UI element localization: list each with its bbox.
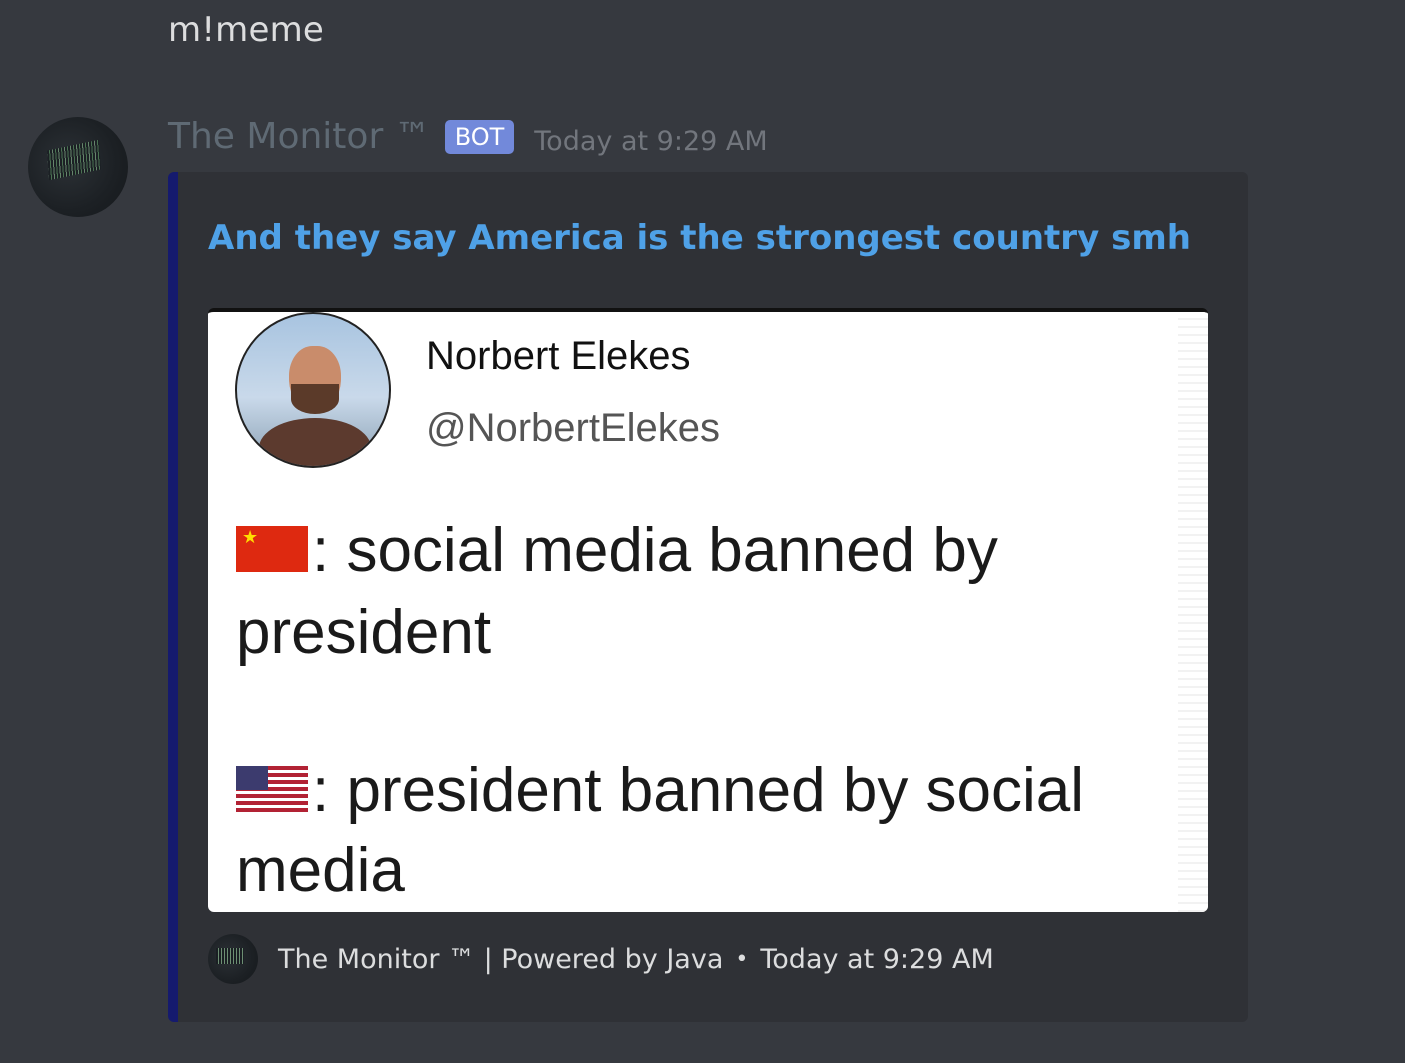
footer-separator: •: [735, 946, 749, 972]
embed-image[interactable]: Norbert Elekes @NorbertElekes : social m…: [208, 308, 1208, 912]
footer-text: The Monitor ™ | Powered by Java: [278, 943, 724, 975]
username[interactable]: The Monitor ™: [168, 116, 431, 157]
chat-view: m!meme The Monitor ™ BOT Today at 9:29 A…: [0, 0, 1405, 1063]
embed-title[interactable]: And they say America is the strongest co…: [208, 218, 1191, 258]
tweet-line-4: media: [236, 836, 405, 905]
tweet-line-1-text: : social media banned by: [312, 516, 998, 585]
tweet-handle: @NorbertElekes: [426, 406, 721, 450]
image-edge-noise: [1178, 312, 1208, 912]
previous-message-text: m!meme: [168, 10, 325, 50]
message-header: The Monitor ™ BOT Today at 9:29 AM: [168, 116, 768, 157]
tweet-line-1: : social media banned by: [236, 510, 1186, 592]
avatar-icon: [47, 139, 101, 181]
tweet-line-2: president: [236, 598, 492, 667]
china-flag-icon: [236, 525, 308, 572]
footer-avatar-icon: [208, 934, 258, 984]
tweet-avatar: [235, 312, 391, 468]
footer-timestamp: Today at 9:29 AM: [760, 943, 994, 975]
tweet-author: Norbert Elekes: [426, 334, 691, 378]
embed-footer: The Monitor ™ | Powered by Java • Today …: [208, 934, 994, 984]
bot-avatar[interactable]: [28, 117, 128, 217]
tweet-line-3: : president banned by social: [236, 750, 1186, 832]
usa-flag-icon: [236, 765, 308, 812]
embed: And they say America is the strongest co…: [168, 172, 1248, 1022]
bot-tag: BOT: [444, 119, 515, 154]
tweet-line-3-text: : president banned by social: [312, 756, 1085, 825]
message-timestamp[interactable]: Today at 9:29 AM: [534, 126, 767, 157]
